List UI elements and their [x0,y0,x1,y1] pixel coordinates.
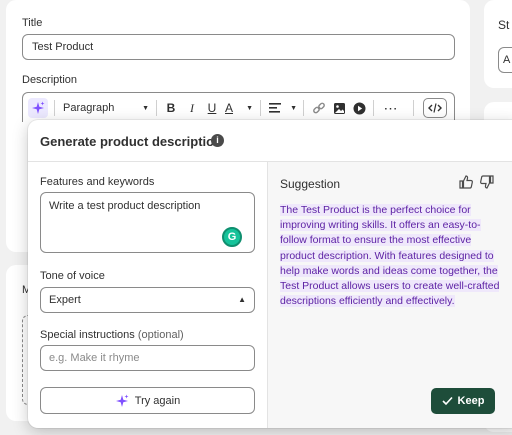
toolbar-divider [373,100,374,116]
status-select[interactable]: A [498,47,512,73]
optional-text: (optional) [137,329,184,341]
editor-toolbar: Paragraph ▼ B I U A ▼ ▼ ⋯ [22,92,455,122]
special-instructions-text: Special instructions [40,329,135,341]
tone-value: Expert [49,294,81,306]
link-icon [313,102,325,114]
toolbar-divider [303,100,304,116]
more-options-button[interactable]: ⋯ [381,98,401,118]
toolbar-divider [54,100,55,116]
underline-button[interactable]: U [205,98,219,118]
text-color-button[interactable]: A ▼ [225,98,253,118]
play-icon [353,102,365,114]
grammarly-icon[interactable]: G [222,227,242,247]
try-again-label: Try again [134,394,181,407]
checkmark-icon [441,396,453,406]
features-value: Write a test product description [49,200,201,212]
status-card [484,0,512,88]
popover-title: Generate product description [40,134,223,149]
toolbar-divider [413,100,414,116]
caret-down-icon: ▼ [290,104,297,112]
code-icon [428,103,442,113]
popover-header: Generate product description i [28,120,512,162]
caret-down-icon: ▼ [246,104,253,112]
title-label: Title [22,17,43,29]
video-button[interactable] [351,98,367,118]
status-label: St [498,18,510,32]
align-left-icon [269,103,281,113]
suggestion-text: The Test Product is the perfect choice f… [280,203,500,309]
title-input[interactable]: Test Product [22,34,455,60]
special-instructions-label: Special instructions (optional) [40,329,184,341]
features-label: Features and keywords [40,176,155,188]
caret-down-icon: ▼ [142,104,149,112]
thumbs-down-icon[interactable] [479,174,495,190]
sparkle-icon [32,101,45,114]
suggestion-title: Suggestion [280,177,341,191]
show-html-button[interactable] [423,98,447,118]
text-color-label: A [225,101,234,115]
tone-label: Tone of voice [40,270,105,282]
thumbs-up-icon[interactable] [458,174,474,190]
image-button[interactable] [331,98,347,118]
try-again-button[interactable]: Try again [40,387,255,414]
paragraph-label: Paragraph [63,102,115,114]
description-label: Description [22,74,78,86]
sparkle-icon [115,394,129,407]
suggestion-pane: Suggestion The Test Product is the perfe… [267,162,512,428]
keep-button[interactable]: Keep [431,388,495,414]
suggestion-highlight: The Test Product is the perfect choice f… [280,204,500,308]
generate-description-popover: Generate product description i Features … [28,120,512,428]
toolbar-divider [260,100,261,116]
generate-text-button[interactable] [28,98,48,118]
tone-select[interactable]: Expert ▲ [40,287,255,313]
italic-button[interactable]: I [185,98,199,118]
align-button[interactable]: ▼ [269,98,297,118]
select-arrows-icon: ▲ [238,295,246,304]
bold-button[interactable]: B [164,98,178,118]
features-textarea[interactable]: Write a test product description G [40,192,255,253]
image-icon [333,102,345,114]
ellipsis-icon: ⋯ [383,99,399,116]
paragraph-select[interactable]: Paragraph ▼ [63,98,149,118]
info-icon[interactable]: i [211,134,224,147]
input-pane: Features and keywords Write a test produ… [28,162,267,428]
special-instructions-input[interactable]: e.g. Make it rhyme [40,345,255,371]
toolbar-divider [156,100,157,116]
link-button[interactable] [311,98,327,118]
keep-label: Keep [457,395,485,407]
